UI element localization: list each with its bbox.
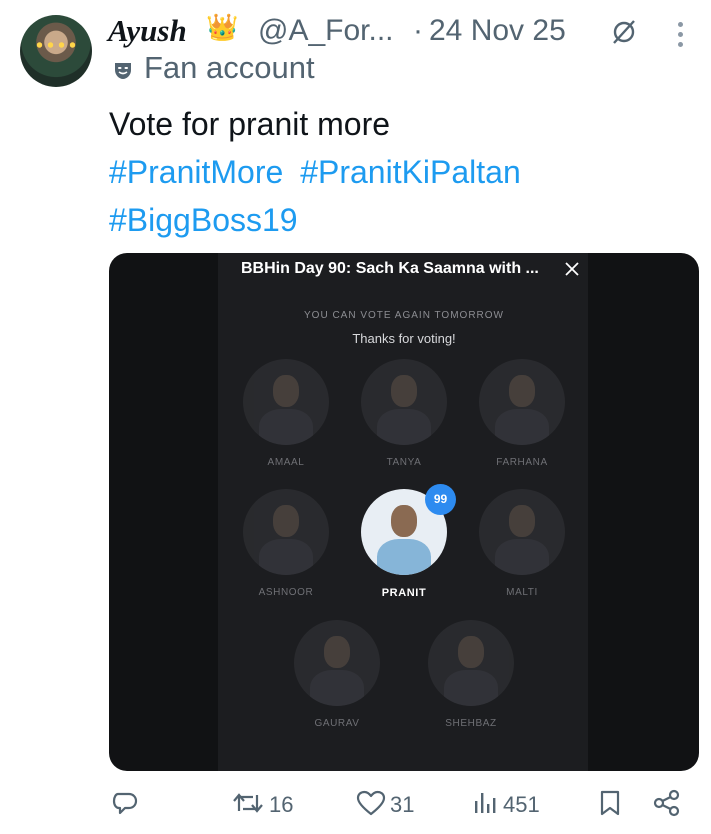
candidate-farhana: FARHANA xyxy=(477,359,567,468)
tweet-header: Ayush 👑 @A_For... · 24 Nov 25 xyxy=(108,10,711,54)
hashtag-pranitkipaltan[interactable]: #PranitKiPaltan xyxy=(300,154,521,190)
candidate-photo xyxy=(243,489,329,575)
label-text: Fan account xyxy=(144,50,315,85)
close-icon xyxy=(564,261,580,282)
mask-icon xyxy=(112,59,134,86)
share-button[interactable] xyxy=(652,785,682,825)
avatar[interactable] xyxy=(20,15,92,87)
candidate-photo xyxy=(479,489,565,575)
retweet-button[interactable]: 16 xyxy=(231,785,293,825)
crown-icon: 👑 xyxy=(206,12,239,42)
tweet-text: Vote for pranit more xyxy=(109,106,391,142)
bookmark-button[interactable] xyxy=(598,785,622,825)
reply-icon xyxy=(111,789,139,822)
bookmark-icon xyxy=(598,789,622,822)
like-icon xyxy=(356,789,386,822)
more-icon[interactable] xyxy=(678,22,683,52)
views-button[interactable]: 451 xyxy=(473,785,540,825)
handle[interactable]: @A_For... xyxy=(258,14,394,48)
display-name[interactable]: Ayush xyxy=(108,13,187,49)
candidate-shehbaz: SHEHBAZ xyxy=(426,620,516,729)
hashtags: #PranitMore #PranitKiPaltan #BiggBoss19 xyxy=(109,148,669,244)
action-bar: 16 31 451 xyxy=(0,785,711,825)
poll-status: YOU CAN VOTE AGAIN TOMORROW xyxy=(304,310,504,321)
candidate-photo xyxy=(479,359,565,445)
candidate-name: AMAAL xyxy=(267,457,305,468)
reply-button[interactable] xyxy=(111,785,143,825)
candidate-name: TANYA xyxy=(386,457,422,468)
vote-count-badge: 99 xyxy=(425,484,456,515)
hashtag-pranitmore[interactable]: #PranitMore xyxy=(109,154,283,190)
candidate-name: MALTI xyxy=(506,587,538,598)
post-date[interactable]: 24 Nov 25 xyxy=(429,14,566,48)
views-icon xyxy=(473,789,499,822)
hashtag-biggboss19[interactable]: #BiggBoss19 xyxy=(109,202,298,238)
candidate-photo xyxy=(243,359,329,445)
media-image[interactable]: BBHin Day 90: Sach Ka Saamna with ... YO… xyxy=(109,253,699,771)
candidate-photo xyxy=(361,359,447,445)
candidate-name: SHEHBAZ xyxy=(445,718,497,729)
candidate-photo xyxy=(428,620,514,706)
candidate-amaal: AMAAL xyxy=(241,359,331,468)
like-count: 31 xyxy=(390,792,415,817)
candidate-name: GAURAV xyxy=(314,718,360,729)
no-entry-icon xyxy=(610,18,638,51)
view-count: 451 xyxy=(503,792,540,817)
separator: · xyxy=(413,14,423,47)
candidate-name: PRANIT xyxy=(381,587,427,599)
candidate-tanya: TANYA xyxy=(359,359,449,468)
candidate-name: FARHANA xyxy=(496,457,548,468)
retweet-icon xyxy=(231,789,265,822)
retweet-count: 16 xyxy=(269,792,294,817)
poll-thanks: Thanks for voting! xyxy=(352,331,456,346)
share-icon xyxy=(652,789,682,822)
candidate-photo xyxy=(294,620,380,706)
candidate-malti: MALTI xyxy=(477,489,567,598)
poll-title: BBHin Day 90: Sach Ka Saamna with ... xyxy=(241,260,539,277)
candidate-gaurav: GAURAV xyxy=(292,620,382,729)
candidate-ashnoor: ASHNOOR xyxy=(241,489,331,598)
candidate-name: ASHNOOR xyxy=(258,587,314,598)
like-button[interactable]: 31 xyxy=(356,785,414,825)
